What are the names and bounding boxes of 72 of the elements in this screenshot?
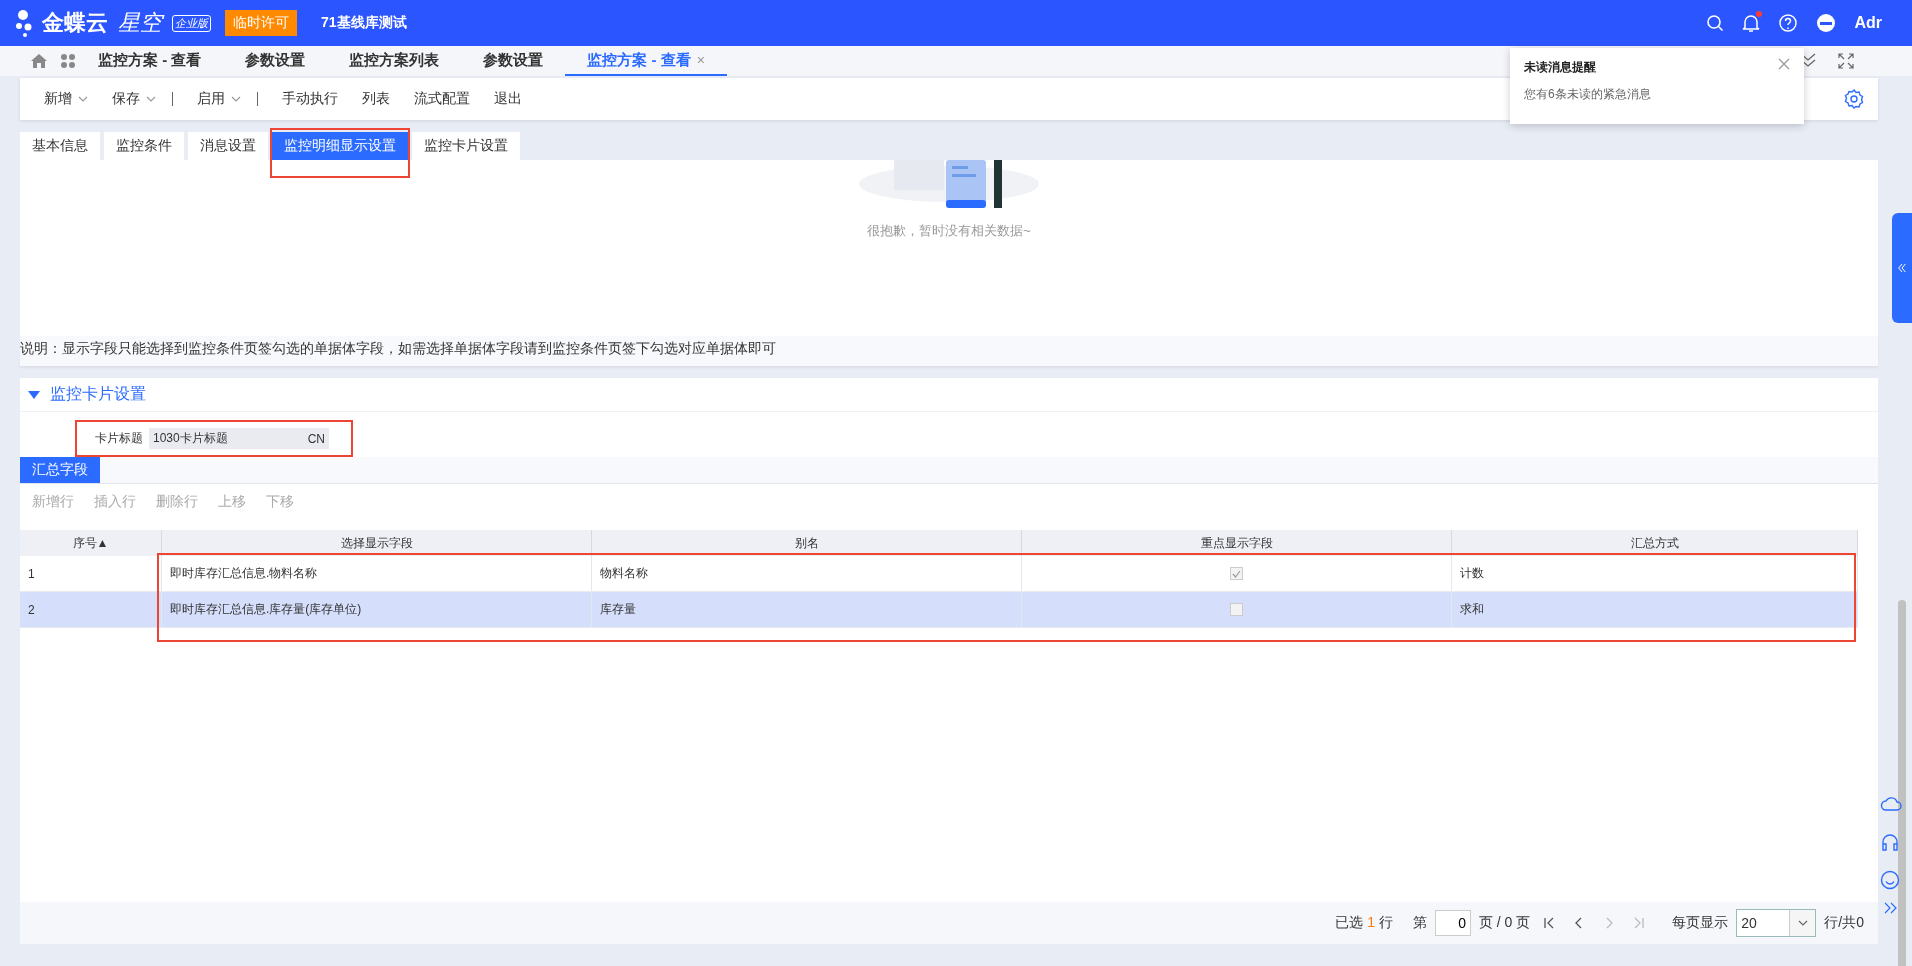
page-input[interactable]: 0 [1434,910,1471,936]
toolbar-button[interactable]: 保存 [102,90,183,108]
page-tab[interactable]: 监控方案列表 [327,46,462,76]
table-cell: 2 [20,592,162,627]
column-header[interactable]: 序号▲ [20,530,162,556]
page-tab[interactable]: 监控方案 - 查看 × [565,46,727,76]
grid-icon[interactable] [60,53,76,69]
table-cell: 计数 [1452,556,1858,591]
tenant-name: 71基线库测试 [321,14,407,32]
column-header[interactable]: 选择显示字段 [162,530,592,556]
page-tab[interactable]: 监控方案 - 查看 [76,46,224,76]
avatar-icon[interactable] [1816,13,1837,33]
triangle-icon[interactable] [28,390,40,399]
chevron-down-icon [78,96,88,102]
form-tab[interactable]: 消息设置 [188,132,268,160]
headset-icon[interactable] [1880,832,1900,852]
settings-icon[interactable] [1844,89,1864,109]
column-header[interactable]: 汇总方式 [1452,530,1858,556]
column-header[interactable]: 重点显示字段 [1022,530,1452,556]
fullscreen-icon[interactable] [1838,53,1854,69]
card-title-field[interactable]: 1030卡片标题 CN [149,428,329,449]
close-icon[interactable] [1778,58,1790,70]
toolbar-button[interactable]: 启用 [187,90,268,108]
edition-badge: 企业版 [172,14,211,32]
table-cell: 1 [20,556,162,591]
help-icon[interactable] [1778,13,1799,33]
checkbox[interactable] [1230,567,1243,580]
form-tab[interactable]: 监控条件 [104,132,184,160]
total-rows: 行/共0 [1824,914,1864,932]
home-icon[interactable] [30,53,48,69]
chevron-down-icon [1797,920,1808,926]
smiley-icon[interactable] [1880,870,1900,890]
per-page-select[interactable]: 20 [1736,909,1817,937]
user-name[interactable]: Adr [1854,14,1882,32]
table-cell: 库存量 [592,592,1022,627]
page-tab[interactable]: 参数设置 [223,46,328,76]
bell-icon[interactable] [1742,13,1761,33]
section-title[interactable]: 监控卡片设置 [50,384,146,405]
table-cell: 求和 [1452,592,1858,627]
double-chevron-right-icon[interactable] [1884,902,1898,914]
per-page-label: 每页显示 [1672,914,1729,932]
table-cell: 物料名称 [592,556,1022,591]
toolbar-button[interactable]: 新增 [34,90,98,108]
brand-name: 金蝶云 [42,9,108,37]
table-cell: 即时库存汇总信息.物料名称 [162,556,592,591]
form-tab[interactable]: 基本信息 [20,132,100,160]
notification-title: 未读消息提醒 [1524,59,1596,76]
logo-icon [16,9,32,37]
chevron-down-icon [231,96,241,102]
empty-message: 很抱歉，暂时没有相关数据~ [867,222,1031,240]
toolbar-button[interactable]: 列表 [352,90,400,108]
page-total: 页 / 0 页 [1478,914,1531,932]
table-cell: 即时库存汇总信息.库存量(库存单位) [162,592,592,627]
cloud-icon[interactable] [1880,795,1902,811]
subtab[interactable]: 汇总字段 [20,457,100,483]
form-tab[interactable]: 监控明细显示设置 [272,132,408,160]
field-label: 卡片标题 [95,430,143,447]
search-icon[interactable] [1706,14,1725,32]
checkbox[interactable] [1230,603,1243,616]
chevron-down-icon [146,96,156,102]
selected-count: 已选 1 行 [1335,914,1393,932]
scrollbar-thumb[interactable] [1898,600,1906,966]
toolbar-button[interactable]: 手动执行 [272,90,348,108]
toolbar-button[interactable]: 退出 [484,90,532,108]
column-header[interactable]: 别名 [592,530,1022,556]
note-text: 说明：显示字段只能选择到监控条件页签勾选的单据体字段，如需选择单据体字段请到监控条件页签下勾选对应单据体即可 [20,336,1878,366]
page-label: 第 [1412,914,1427,932]
form-tab[interactable]: 监控卡片设置 [412,132,520,160]
toolbar-button[interactable]: 流式配置 [404,90,480,108]
notification-message: 您有6条未读的紧急消息 [1524,86,1652,103]
language-tag[interactable]: CN [307,431,325,446]
page-tab[interactable]: 参数设置 [461,46,566,76]
